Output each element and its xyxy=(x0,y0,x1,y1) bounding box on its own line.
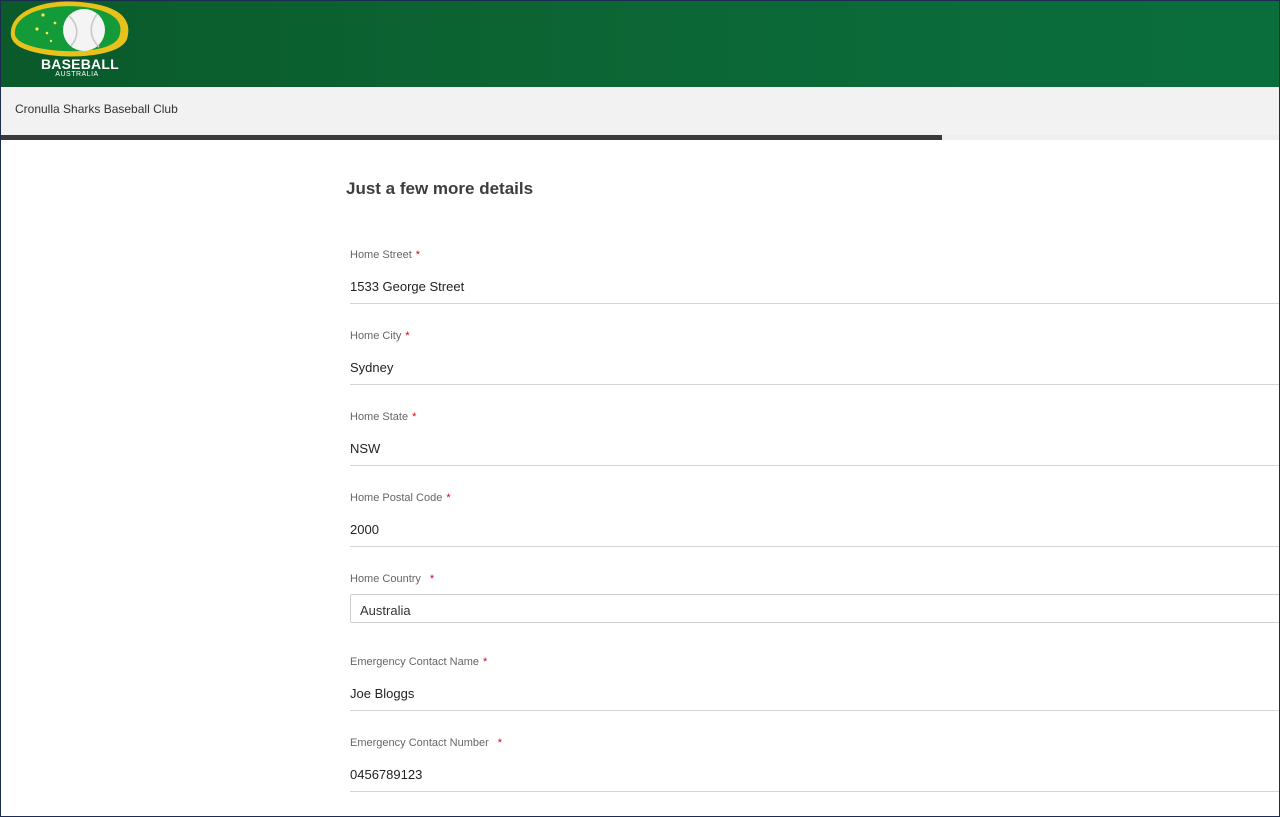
emergency-contact-name-label: Emergency Contact Name * xyxy=(350,656,488,668)
progress-bar xyxy=(1,135,1279,140)
page-title: Just a few more details xyxy=(346,179,534,198)
home-street-input[interactable]: 1533 George Street xyxy=(350,279,464,294)
progress-bar-fill xyxy=(1,135,942,140)
home-country-selected-value: Australia xyxy=(360,603,411,618)
home-country-label: Home Country * xyxy=(350,573,435,585)
home-state-label: Home State * xyxy=(350,411,417,423)
input-underline xyxy=(350,791,1279,792)
logo-subtitle: AUSTRALIA xyxy=(55,71,99,78)
site-header: BASEBALL AUSTRALIA xyxy=(1,1,1279,87)
baseball-logo-icon[interactable]: BASEBALL AUSTRALIA xyxy=(9,1,135,83)
home-street-label: Home Street * xyxy=(350,249,421,261)
home-postal-code-label: Home Postal Code * xyxy=(350,492,451,504)
required-marker: * xyxy=(405,330,410,342)
emergency-contact-name-input[interactable]: Joe Bloggs xyxy=(350,686,414,701)
input-underline xyxy=(350,303,1279,304)
home-city-label: Home City * xyxy=(350,330,410,342)
page: BASEBALL AUSTRALIA Cronulla Sharks Baseb… xyxy=(0,0,1280,817)
emergency-contact-number-input[interactable]: 0456789123 xyxy=(350,767,422,782)
required-marker: * xyxy=(429,573,435,585)
input-underline xyxy=(350,465,1279,466)
required-marker: * xyxy=(483,656,488,668)
required-marker: * xyxy=(497,737,503,749)
input-underline xyxy=(350,710,1279,711)
home-postal-code-input[interactable]: 2000 xyxy=(350,522,379,537)
required-marker: * xyxy=(446,492,451,504)
required-marker: * xyxy=(415,249,421,261)
emergency-contact-number-label: Emergency Contact Number * xyxy=(350,737,503,749)
club-name: Cronulla Sharks Baseball Club xyxy=(15,102,178,116)
required-marker: * xyxy=(412,411,417,423)
home-country-select[interactable]: Australia xyxy=(350,594,1279,623)
home-city-input[interactable]: Sydney xyxy=(350,360,393,375)
input-underline xyxy=(350,546,1279,547)
home-state-input[interactable]: NSW xyxy=(350,441,380,456)
club-bar xyxy=(1,87,1279,135)
logo-title: BASEBALL xyxy=(41,56,119,72)
input-underline xyxy=(350,384,1279,385)
